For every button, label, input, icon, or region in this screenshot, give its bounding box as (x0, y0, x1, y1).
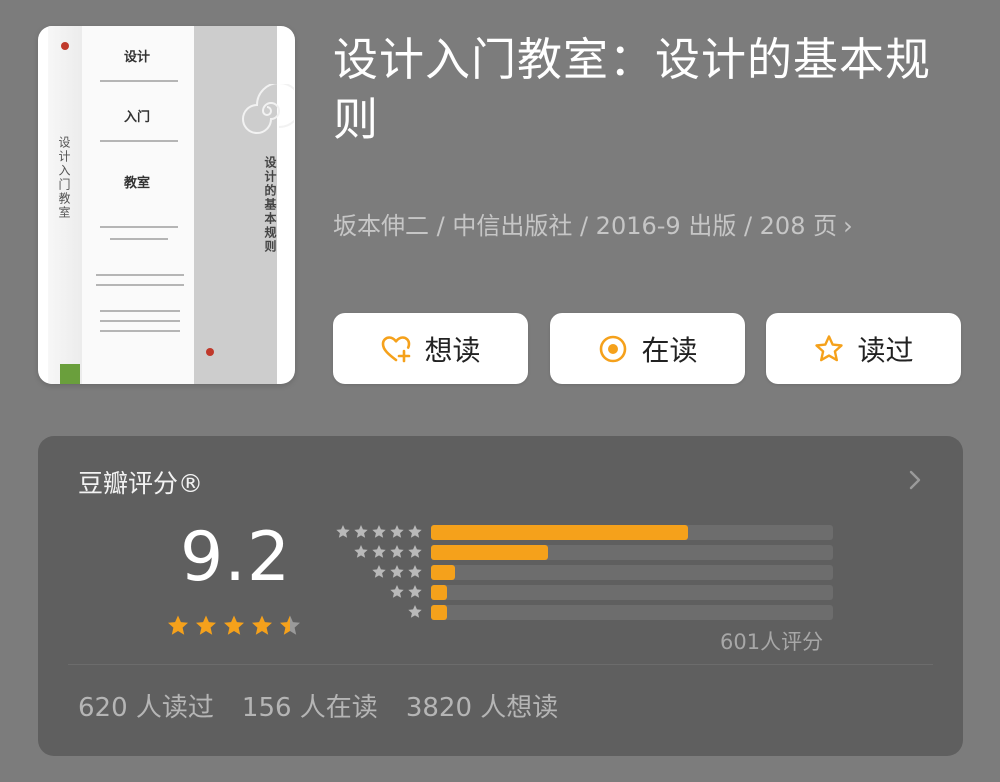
star-icon (390, 525, 404, 538)
star-icon (354, 525, 368, 538)
distribution-stars (335, 524, 423, 540)
star-icon (408, 585, 422, 598)
book-meta[interactable]: 坂本伸二 / 中信出版社 / 2016-9 出版 / 208 页 › (333, 208, 853, 244)
cover-dot (61, 42, 69, 50)
distribution-row-5-star (328, 524, 868, 541)
cover-rule (100, 80, 178, 82)
have-read-button[interactable]: 读过 (766, 313, 961, 384)
want-to-read-label: 想读 (424, 333, 481, 367)
score-stars (166, 614, 302, 638)
heart-plus-icon (382, 335, 411, 362)
stat-read[interactable]: 620 人读过 (78, 687, 214, 724)
rating-score: 9.2 (180, 518, 292, 597)
cover-front-left: 设计 入门 教室 (82, 26, 194, 384)
cover-rule (100, 320, 180, 322)
rating-title: 豆瓣评分® (78, 469, 204, 498)
star-icon (390, 565, 404, 578)
cover-subtitle-vertical: 设计的基本规则 (263, 156, 277, 254)
star-icon (336, 525, 350, 538)
distribution-row-1-star (328, 604, 868, 621)
divider (68, 664, 933, 665)
star-filled-icon (252, 615, 272, 635)
cover-title-1: 设计 (124, 50, 151, 65)
star-icon (408, 565, 422, 578)
distribution-bar (431, 605, 448, 620)
chevron-right-icon: › (843, 212, 853, 240)
star-icon (372, 545, 386, 558)
rating-card[interactable]: 豆瓣评分® 9.2 601人评分 620 人读过 156 人在读 3820 人想… (38, 436, 963, 756)
want-to-read-button[interactable]: 想读 (333, 313, 528, 384)
distribution-track (431, 545, 833, 560)
cover-rule (100, 310, 180, 312)
distribution-row-2-star (328, 584, 868, 601)
star-filled-icon (224, 615, 244, 635)
star-icon (372, 565, 386, 578)
star-half-icon (280, 615, 300, 635)
cover-rule (100, 226, 178, 228)
cover-dot (206, 348, 214, 356)
cover-title-3: 教室 (124, 176, 151, 191)
distribution-bar (431, 565, 456, 580)
spiral-icon (242, 84, 294, 134)
distribution-track (431, 585, 833, 600)
star-icon (390, 585, 404, 598)
cover-publisher-mark (60, 364, 80, 384)
have-read-label: 读过 (857, 333, 914, 367)
cover-title-2: 入门 (124, 110, 151, 125)
book-meta-text: 坂本伸二 / 中信出版社 / 2016-9 出版 / 208 页 (333, 212, 838, 240)
cover-rule (110, 238, 168, 240)
target-icon (600, 335, 627, 362)
distribution-bar (431, 545, 548, 560)
cover-rule (96, 284, 184, 286)
reading-label: 在读 (641, 333, 698, 367)
cover-spine: 设计入门教室 (48, 26, 83, 384)
distribution-stars (353, 544, 423, 560)
reading-button[interactable]: 在读 (550, 313, 745, 384)
cover-spine-text: 设计入门教室 (57, 136, 71, 220)
star-icon (408, 605, 422, 618)
distribution-bar (431, 525, 689, 540)
book-title: 设计入门教室：设计的基本规则 (333, 33, 932, 146)
distribution-track (431, 525, 833, 540)
star-icon (408, 525, 422, 538)
cover-rule (100, 140, 178, 142)
star-icon (372, 525, 386, 538)
distribution-bar (431, 585, 448, 600)
star-icon (354, 545, 368, 558)
stat-want[interactable]: 3820 人想读 (406, 687, 558, 724)
distribution-row-3-star (328, 564, 868, 581)
distribution-stars (389, 584, 423, 600)
cover-rule (96, 274, 184, 276)
star-filled-icon (168, 615, 188, 635)
distribution-track (431, 605, 833, 620)
distribution-track (431, 565, 833, 580)
stat-reading[interactable]: 156 人在读 (242, 687, 378, 724)
cover-front-right: 设计的基本规则 (194, 26, 294, 384)
rating-count: 601人评分 (720, 630, 824, 654)
star-outline-icon (815, 334, 844, 361)
distribution-stars (371, 564, 423, 580)
star-icon (408, 545, 422, 558)
cover-rule (100, 330, 180, 332)
star-filled-icon (196, 615, 216, 635)
chevron-right-icon[interactable] (905, 468, 925, 492)
distribution-stars (407, 604, 423, 620)
book-cover[interactable]: 设计入门教室 设计 入门 教室 设计的基本规则 (38, 26, 295, 384)
reader-stats: 620 人读过 156 人在读 3820 人想读 (78, 687, 558, 724)
distribution-row-4-star (328, 544, 868, 561)
star-icon (390, 545, 404, 558)
